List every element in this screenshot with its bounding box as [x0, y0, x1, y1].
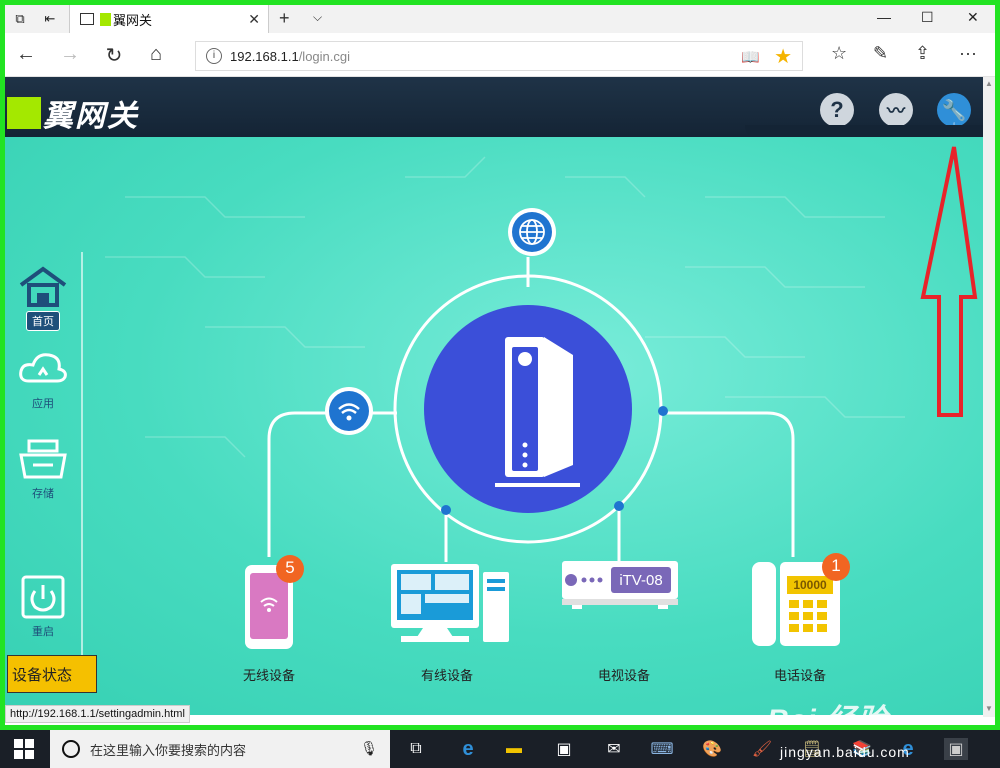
link-status-url: http://192.168.1.1/settingadmin.html — [5, 705, 190, 723]
windows-start-icon[interactable] — [14, 739, 34, 759]
maximize-icon[interactable]: ☐ — [921, 9, 934, 26]
minimize-icon[interactable]: — — [877, 9, 891, 25]
url-host: 192.168.1.1 — [230, 48, 299, 64]
vertical-scrollbar[interactable]: ▲ ▼ — [983, 77, 995, 717]
traffic-chart-icon[interactable]: 〰 — [879, 93, 913, 127]
new-tab-icon[interactable]: + — [279, 8, 290, 29]
home-icon — [17, 265, 69, 309]
page-icon — [80, 13, 94, 25]
wireless-badge-count: 5 — [285, 558, 295, 577]
baidu-watermark: Bai 经验 — [767, 695, 889, 730]
home-icon[interactable]: ⌂ — [141, 43, 171, 66]
cloud-icon — [17, 347, 69, 391]
nav-bar: ← → ↻ ⌂ i 192.168.1.1/login.cgi 📖 ★ ☆ ✎ … — [5, 33, 995, 77]
search-placeholder: 在这里输入你要搜索的内容 — [90, 742, 247, 758]
help-icon[interactable]: ? — [820, 93, 854, 127]
remote-app-icon[interactable]: ▣ — [944, 738, 968, 760]
mail-icon[interactable]: ✉ — [602, 738, 626, 760]
back-icon[interactable]: ← — [11, 43, 41, 66]
edge-icon[interactable]: e — [456, 738, 480, 760]
favicon — [100, 12, 111, 26]
tab-preview-icon[interactable]: ⧉ — [5, 5, 35, 33]
desktop-pc-icon[interactable] — [391, 564, 509, 642]
pen-icon[interactable]: ✎ — [873, 43, 888, 64]
logo-block — [7, 97, 41, 129]
tab-close-icon[interactable]: ✕ — [248, 11, 260, 28]
router-icon — [495, 337, 580, 487]
forward-icon[interactable]: → — [55, 43, 85, 66]
task-view-icon[interactable]: ⧉ — [404, 738, 428, 760]
phone-number: 10000 — [793, 578, 827, 592]
watermark-brand: Bai 经验 — [767, 704, 889, 730]
wired-devices-label[interactable]: 有线设备 — [402, 665, 492, 684]
scroll-up-icon[interactable]: ▲ — [985, 79, 993, 88]
tab-bar: ⧉ ⇤ 翼网关 ✕ + ⌵ — ☐ ✕ — [5, 5, 995, 33]
annotation-arrow — [920, 146, 978, 417]
chevron-down-icon[interactable]: ⌵ — [313, 10, 322, 25]
sidebar-item-label: 重启 — [32, 626, 54, 638]
refresh-icon[interactable]: ↻ — [99, 43, 129, 68]
reading-view-icon[interactable]: 📖 — [741, 48, 760, 66]
phone-badge-count: 1 — [831, 556, 841, 575]
sidebar-item-home[interactable]: 首页 — [17, 265, 69, 331]
file-explorer-icon[interactable]: ▬ — [502, 738, 526, 760]
watermark-url: jingyan.baidu.com — [780, 744, 910, 760]
favorites-hub-icon[interactable]: ☆ — [831, 43, 847, 64]
paint-icon[interactable]: 🎨 — [700, 738, 724, 760]
taskbar-search[interactable]: 在这里输入你要搜索的内容 🎙 — [50, 730, 390, 768]
logo: 翼网关 — [7, 91, 139, 135]
sidebar-item-label: 应用 — [32, 398, 54, 410]
storage-box-icon — [17, 437, 69, 481]
main-content: 5 1 iTV-08 10000 首页 应用 存储 重启 设备状态 无线设备 有… — [5, 137, 983, 715]
cortana-icon — [62, 740, 80, 758]
power-icon — [17, 575, 69, 619]
sidebar-item-label: 存储 — [32, 488, 54, 500]
scroll-down-icon[interactable]: ▼ — [985, 704, 993, 713]
url-path: /login.cgi — [298, 48, 350, 64]
more-icon[interactable]: ··· — [959, 43, 977, 64]
microphone-icon[interactable]: 🎙 — [360, 740, 378, 757]
keyboard-app-icon[interactable]: ⌨ — [650, 738, 674, 760]
window-close-icon[interactable]: ✕ — [967, 9, 979, 26]
store-icon[interactable]: ▣ — [552, 738, 576, 760]
device-status-button[interactable]: 设备状态 — [7, 655, 97, 693]
address-bar[interactable]: i 192.168.1.1/login.cgi 📖 ★ — [195, 41, 803, 71]
sidebar-item-reboot[interactable]: 重启 — [17, 575, 69, 641]
tab-title: 翼网关 — [113, 12, 153, 28]
sidebar-item-storage[interactable]: 存储 — [17, 437, 69, 503]
sidebar-divider — [81, 252, 83, 682]
info-icon[interactable]: i — [206, 48, 222, 64]
url-text: 192.168.1.1/login.cgi — [230, 49, 350, 64]
set-aside-tabs-icon[interactable]: ⇤ — [35, 5, 65, 33]
share-icon[interactable]: ⇪ — [915, 43, 930, 64]
page-header: 翼网关 ? 〰 🔧 ☝ — [5, 77, 985, 141]
wireless-devices-label[interactable]: 无线设备 — [224, 665, 314, 684]
cursor-hand-icon: ☝ — [947, 121, 957, 138]
tv-devices-label[interactable]: 电视设备 — [579, 665, 669, 684]
tab-active[interactable]: 翼网关 ✕ — [69, 5, 269, 33]
sidebar-item-apps[interactable]: 应用 — [17, 347, 69, 413]
tv-device-name: iTV-08 — [619, 572, 663, 589]
sidebar-item-label: 首页 — [26, 311, 60, 331]
favorite-star-icon[interactable]: ★ — [774, 44, 792, 69]
logo-text: 翼网关 — [43, 100, 139, 133]
phone-devices-label[interactable]: 电话设备 — [755, 665, 845, 684]
browser-window: ⧉ ⇤ 翼网关 ✕ + ⌵ — ☐ ✕ ← → ↻ ⌂ i 192.168.1.… — [0, 0, 1000, 730]
network-diagram — [105, 146, 978, 649]
paint-app-icon[interactable]: 🖌 — [750, 738, 774, 760]
